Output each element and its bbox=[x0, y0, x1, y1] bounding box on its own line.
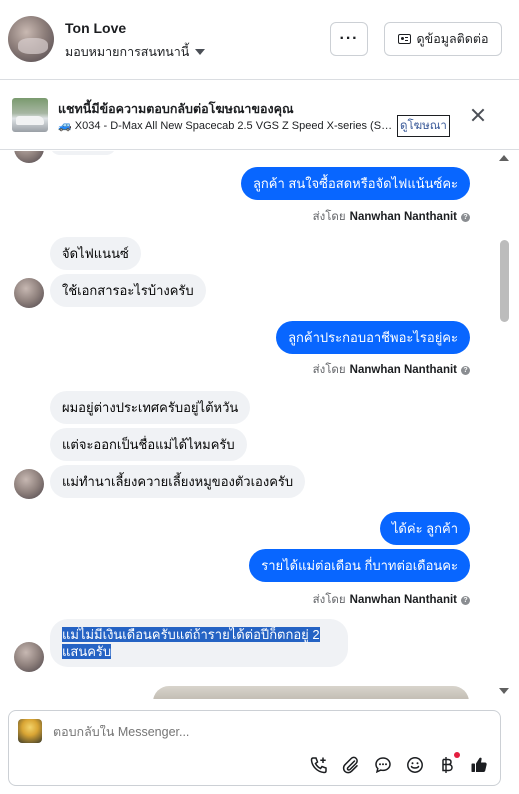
selected-text-line: แม่ไม่มีเงินเดือนครับแต่ถ้ารายได้ต่อปีก็… bbox=[62, 627, 320, 642]
info-icon[interactable]: ? bbox=[461, 212, 470, 222]
assign-label: มอบหมายการสนทนานี้ bbox=[65, 45, 190, 59]
scroll-up-arrow-icon[interactable] bbox=[499, 155, 509, 161]
composer-toolbar bbox=[309, 752, 489, 775]
caret-down-icon bbox=[195, 49, 206, 55]
sent-by-label: ส่งโดย Nanwhan Nanthanit ? bbox=[313, 361, 470, 379]
close-icon[interactable] bbox=[470, 107, 486, 123]
message-bubble-outgoing[interactable]: ลูกค้า สนใจซื้อสดหรือจัดไฟแน้นซ์คะ bbox=[240, 167, 470, 200]
conversation-header: Ton Love มอบหมายการสนทนานี้ ··· ดูข้อมูล… bbox=[0, 0, 519, 80]
message-bubble-incoming[interactable]: ใช้เอกสารอะไรบ้างครับ bbox=[50, 274, 206, 307]
reply-composer bbox=[8, 710, 501, 786]
sender-name[interactable]: Nanwhan Nanthanit bbox=[350, 364, 457, 376]
ad-banner-subtitle: 🚙 X034 - D-Max All New Spacecab 2.5 VGS … bbox=[58, 120, 394, 132]
image-attachment[interactable] bbox=[153, 686, 469, 699]
baht-icon[interactable] bbox=[437, 752, 460, 775]
sender-name[interactable]: Nanwhan Nanthanit bbox=[350, 211, 457, 223]
info-icon[interactable]: ? bbox=[461, 365, 470, 375]
message-bubble-incoming-selected[interactable]: แม่ไม่มีเงินเดือนครับแต่ถ้ารายได้ต่อปีก็… bbox=[50, 619, 348, 667]
like-icon[interactable] bbox=[469, 755, 489, 775]
message-bubble-outgoing[interactable]: ลูกค้าประกอบอาชีพอะไรอยู่คะ bbox=[276, 321, 470, 354]
sent-by-prefix: ส่งโดย bbox=[312, 594, 346, 606]
message-bubble-partial bbox=[50, 151, 116, 155]
contact-avatar[interactable] bbox=[8, 16, 54, 62]
message-thread[interactable]: ลูกค้า สนใจซื้อสดหรือจัดไฟแน้นซ์คะ ส่งโด… bbox=[0, 151, 519, 699]
message-bubble-incoming[interactable]: จัดไฟแนนซ์ bbox=[50, 237, 141, 270]
ad-thumbnail[interactable] bbox=[12, 98, 48, 132]
view-contact-label: ดูข้อมูลติดต่อ bbox=[416, 32, 489, 46]
view-contact-button[interactable]: ดูข้อมูลติดต่อ bbox=[384, 22, 502, 56]
scrollbar-thumb[interactable] bbox=[500, 240, 509, 322]
reply-input[interactable] bbox=[53, 725, 353, 739]
selected-text-line: แสนครับ bbox=[62, 644, 112, 659]
more-options-button[interactable]: ··· bbox=[330, 22, 368, 56]
message-bubble-incoming[interactable]: แต่จะออกเป็นชื่อแม่ได้ไหมครับ bbox=[50, 428, 247, 461]
sent-by-label: ส่งโดย Nanwhan Nanthanit ? bbox=[313, 208, 470, 226]
sent-by-prefix: ส่งโดย bbox=[312, 364, 346, 376]
page-avatar bbox=[18, 719, 42, 743]
call-add-icon[interactable] bbox=[309, 755, 329, 775]
message-bubble-incoming[interactable]: ผมอยู่ต่างประเทศครับอยู่ไต้หวัน bbox=[50, 391, 251, 424]
assign-conversation-dropdown[interactable]: มอบหมายการสนทนานี้ bbox=[65, 42, 206, 62]
sender-avatar bbox=[14, 642, 44, 672]
emoji-icon[interactable] bbox=[405, 755, 425, 775]
sent-by-label: ส่งโดย Nanwhan Nanthanit ? bbox=[313, 591, 470, 609]
info-icon[interactable]: ? bbox=[461, 595, 470, 605]
message-bubble-outgoing[interactable]: ได้ค่ะ ลูกค้า bbox=[379, 512, 470, 545]
sender-avatar bbox=[14, 278, 44, 308]
attachment-icon[interactable] bbox=[341, 755, 361, 775]
id-card-icon bbox=[397, 34, 411, 44]
sender-name[interactable]: Nanwhan Nanthanit bbox=[350, 594, 457, 606]
sender-avatar bbox=[14, 151, 44, 163]
chat-bubble-icon[interactable] bbox=[373, 755, 393, 775]
ad-reply-banner: แชทนี้มีข้อความตอบกลับต่อโฆษณาของคุณ 🚙 X… bbox=[0, 80, 519, 150]
view-ad-link[interactable]: ดูโฆษณา bbox=[397, 115, 450, 137]
sent-by-prefix: ส่งโดย bbox=[312, 211, 346, 223]
sender-avatar bbox=[14, 469, 44, 499]
message-bubble-outgoing[interactable]: รายได้แม่ต่อเดือน กี่บาทต่อเดือนคะ bbox=[249, 549, 470, 582]
ad-banner-title: แชทนี้มีข้อความตอบกลับต่อโฆษณาของคุณ bbox=[58, 102, 294, 116]
notification-dot bbox=[454, 752, 460, 758]
contact-name[interactable]: Ton Love bbox=[65, 20, 126, 36]
scroll-down-arrow-icon[interactable] bbox=[499, 688, 509, 694]
message-bubble-incoming[interactable]: แม่ทำนาเลี้ยงควายเลี้ยงหมูของตัวเองครับ bbox=[50, 465, 306, 498]
